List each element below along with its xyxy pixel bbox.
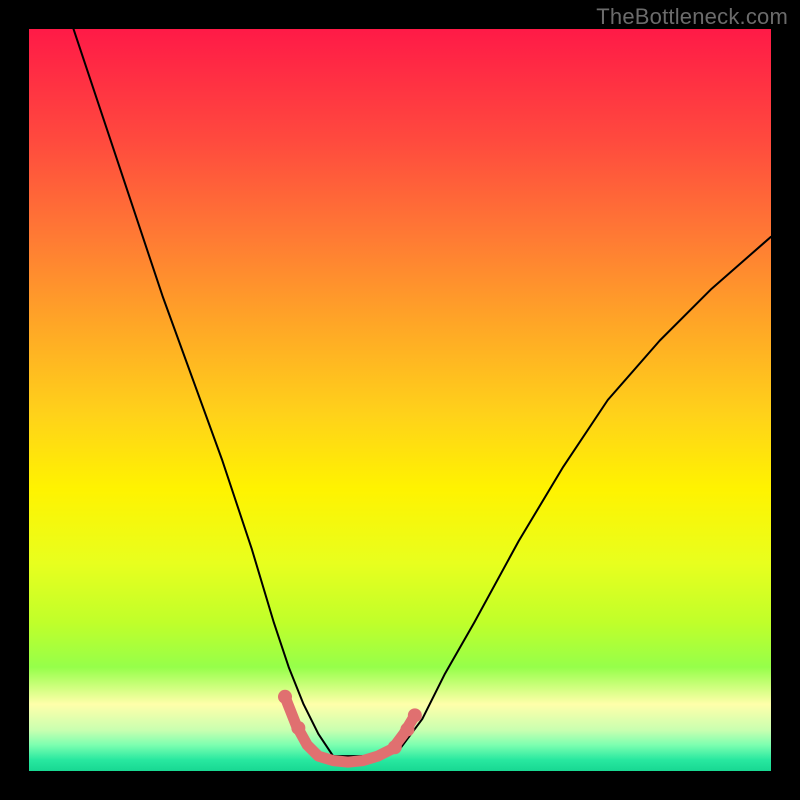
bottleneck-curve-chart [29, 29, 771, 771]
marker-dot [278, 690, 292, 704]
marker-dot [388, 740, 402, 754]
chart-frame: TheBottleneck.com [0, 0, 800, 800]
marker-dot [400, 722, 414, 736]
marker-dot [291, 721, 305, 735]
gradient-background [29, 29, 771, 771]
marker-dot [408, 708, 422, 722]
plot-area [29, 29, 771, 771]
watermark-label: TheBottleneck.com [596, 4, 788, 30]
